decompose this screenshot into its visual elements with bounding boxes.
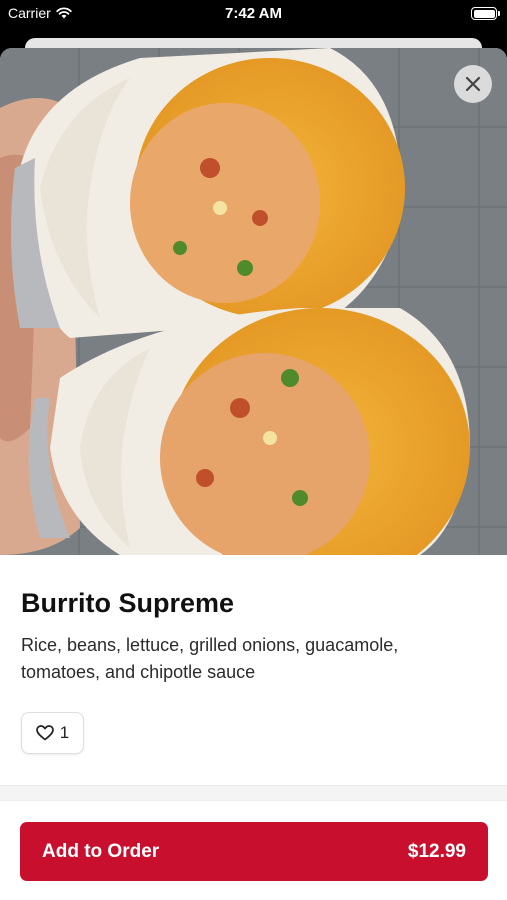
heart-icon bbox=[35, 725, 54, 741]
add-to-order-button[interactable]: Add to Order $12.99 bbox=[20, 822, 488, 881]
close-button[interactable] bbox=[454, 65, 492, 103]
burrito-photo-icon bbox=[0, 48, 507, 555]
status-bar: Carrier 7:42 AM bbox=[0, 0, 507, 28]
order-price: $12.99 bbox=[407, 840, 466, 862]
like-count: 1 bbox=[59, 723, 70, 742]
item-title: Burrito Supreme bbox=[21, 588, 235, 618]
item-photo bbox=[0, 48, 507, 555]
section-divider bbox=[0, 785, 507, 801]
item-detail-sheet: Burrito Supreme Rice, beans, lettuce, gr… bbox=[0, 48, 507, 900]
add-to-order-label: Add to Order bbox=[42, 840, 160, 862]
battery-icon bbox=[471, 7, 500, 20]
status-time: 7:42 AM bbox=[225, 5, 282, 22]
close-icon bbox=[465, 76, 481, 92]
like-button[interactable]: 1 bbox=[21, 712, 84, 754]
item-description: Rice, beans, lettuce, grilled onions, gu… bbox=[21, 635, 399, 682]
